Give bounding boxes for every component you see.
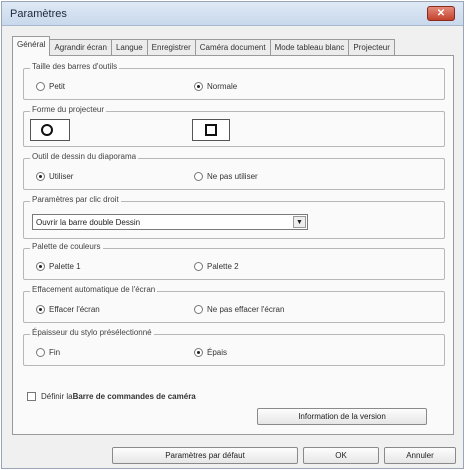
right-click-select[interactable]: Ouvrir la barre double Dessin ▼ [32,214,308,230]
toolbar-size-normal-radio[interactable]: Normale [194,82,237,91]
dont-clear-screen-radio[interactable]: Ne pas effacer l'écran [194,305,284,314]
tab-bar: Général Agrandir écran Langue Enregistre… [12,36,395,56]
radio-label: Utiliser [49,172,74,181]
radio-label: Palette 2 [207,262,239,271]
square-shape-button[interactable] [192,119,230,141]
color-palette-group: Palette de couleurs Palette 1 Palette 2 [23,242,445,280]
tab-projector[interactable]: Projecteur [348,39,395,56]
right-click-legend: Paramètres par clic droit [30,195,121,204]
radio-off-icon [36,82,45,91]
radio-label: Petit [49,82,66,91]
tab-document-camera[interactable]: Caméra document [194,39,271,56]
radio-label: Ne pas effacer l'écran [207,305,285,314]
square-icon [205,124,217,136]
defaults-button[interactable]: Paramètres par défaut [112,447,298,464]
projector-shape-group: Forme du projecteur [23,105,445,147]
clear-screen-radio[interactable]: Effacer l'écran [36,305,100,314]
camera-toolbar-prefix: Définir la [41,392,73,401]
slideshow-tool-dont-use-radio[interactable]: Ne pas utiliser [194,172,258,181]
radio-label: Ne pas utiliser [207,172,258,181]
chevron-down-icon[interactable]: ▼ [293,216,306,228]
radio-label: Épais [207,348,228,357]
auto-clear-legend: Effacement automatique de l'écran [30,285,158,294]
projector-shape-legend: Forme du projecteur [30,105,107,114]
radio-label: Effacer l'écran [49,305,100,314]
toolbar-size-small-radio[interactable]: Petit [36,82,65,91]
settings-dialog: Paramètres ✕ Général Agrandir écran Lang… [1,1,464,469]
radio-on-icon [194,348,203,357]
radio-off-icon [36,348,45,357]
slideshow-tool-group: Outil de dessin du diaporama Utiliser Ne… [23,152,445,190]
auto-clear-group: Effacement automatique de l'écran Efface… [23,285,445,323]
radio-off-icon [194,262,203,271]
title-bar[interactable]: Paramètres ✕ [2,2,463,26]
right-click-group: Paramètres par clic droit Ouvrir la barr… [23,195,445,239]
window-title: Paramètres [10,8,67,20]
radio-label: Palette 1 [49,262,81,271]
tab-general[interactable]: Général [12,36,51,56]
right-click-select-value: Ouvrir la barre double Dessin [36,218,141,227]
pen-thick-radio[interactable]: Épais [194,348,227,357]
ok-button[interactable]: OK [303,447,379,464]
cancel-button[interactable]: Annuler [384,447,456,464]
checkbox-unchecked-icon [27,392,36,401]
tab-whiteboard-mode[interactable]: Mode tableau blanc [269,39,350,56]
slideshow-tool-use-radio[interactable]: Utiliser [36,172,73,181]
radio-off-icon [194,305,203,314]
pen-thickness-legend: Épaisseur du stylo présélectionné [30,328,154,337]
radio-off-icon [194,172,203,181]
camera-toolbar-label: Barre de commandes de caméra [72,392,196,401]
tab-language[interactable]: Langue [110,39,148,56]
pen-thickness-group: Épaisseur du stylo présélectionné Fin Ép… [23,328,445,366]
palette-1-radio[interactable]: Palette 1 [36,262,81,271]
camera-toolbar-checkbox[interactable]: Définir la Barre de commandes de caméra [27,392,196,401]
general-panel: Taille des barres d'outils Petit Normale… [12,55,454,435]
tab-record[interactable]: Enregistrer [146,39,196,56]
version-info-button[interactable]: Information de la version [257,408,427,425]
radio-label: Fin [49,348,61,357]
close-icon: ✕ [436,8,446,19]
radio-on-icon [194,82,203,91]
pen-thin-radio[interactable]: Fin [36,348,60,357]
circle-icon [41,124,53,136]
radio-on-icon [36,172,45,181]
tab-zoom-screen[interactable]: Agrandir écran [49,39,112,56]
color-palette-legend: Palette de couleurs [30,242,103,251]
radio-on-icon [36,262,45,271]
circle-shape-button[interactable] [30,119,70,141]
slideshow-tool-legend: Outil de dessin du diaporama [30,152,139,161]
radio-on-icon [36,305,45,314]
toolbar-size-legend: Taille des barres d'outils [30,62,120,71]
close-button[interactable]: ✕ [427,6,455,21]
radio-label: Normale [207,82,238,91]
toolbar-size-group: Taille des barres d'outils Petit Normale [23,62,445,100]
palette-2-radio[interactable]: Palette 2 [194,262,239,271]
